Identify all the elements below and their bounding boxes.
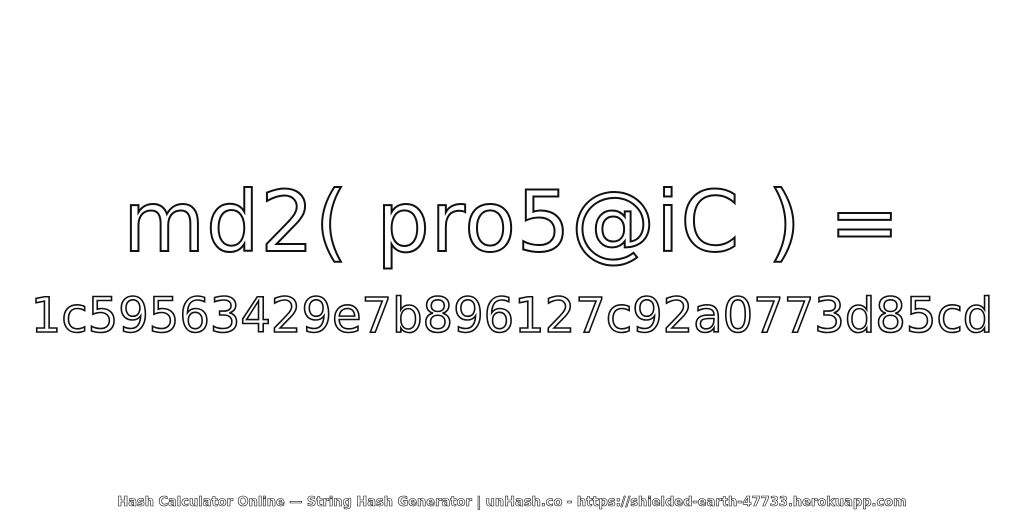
hash-expression: md2( pro5@iC ) =: [122, 172, 901, 272]
hash-value: 1c59563429e7b896127c92a0773d85cd: [30, 287, 994, 345]
site-footer-caption: Hash Calculator Online — String Hash Gen…: [117, 495, 907, 511]
hash-result-image: md2( pro5@iC ) = 1c59563429e7b896127c92a…: [0, 0, 1024, 512]
